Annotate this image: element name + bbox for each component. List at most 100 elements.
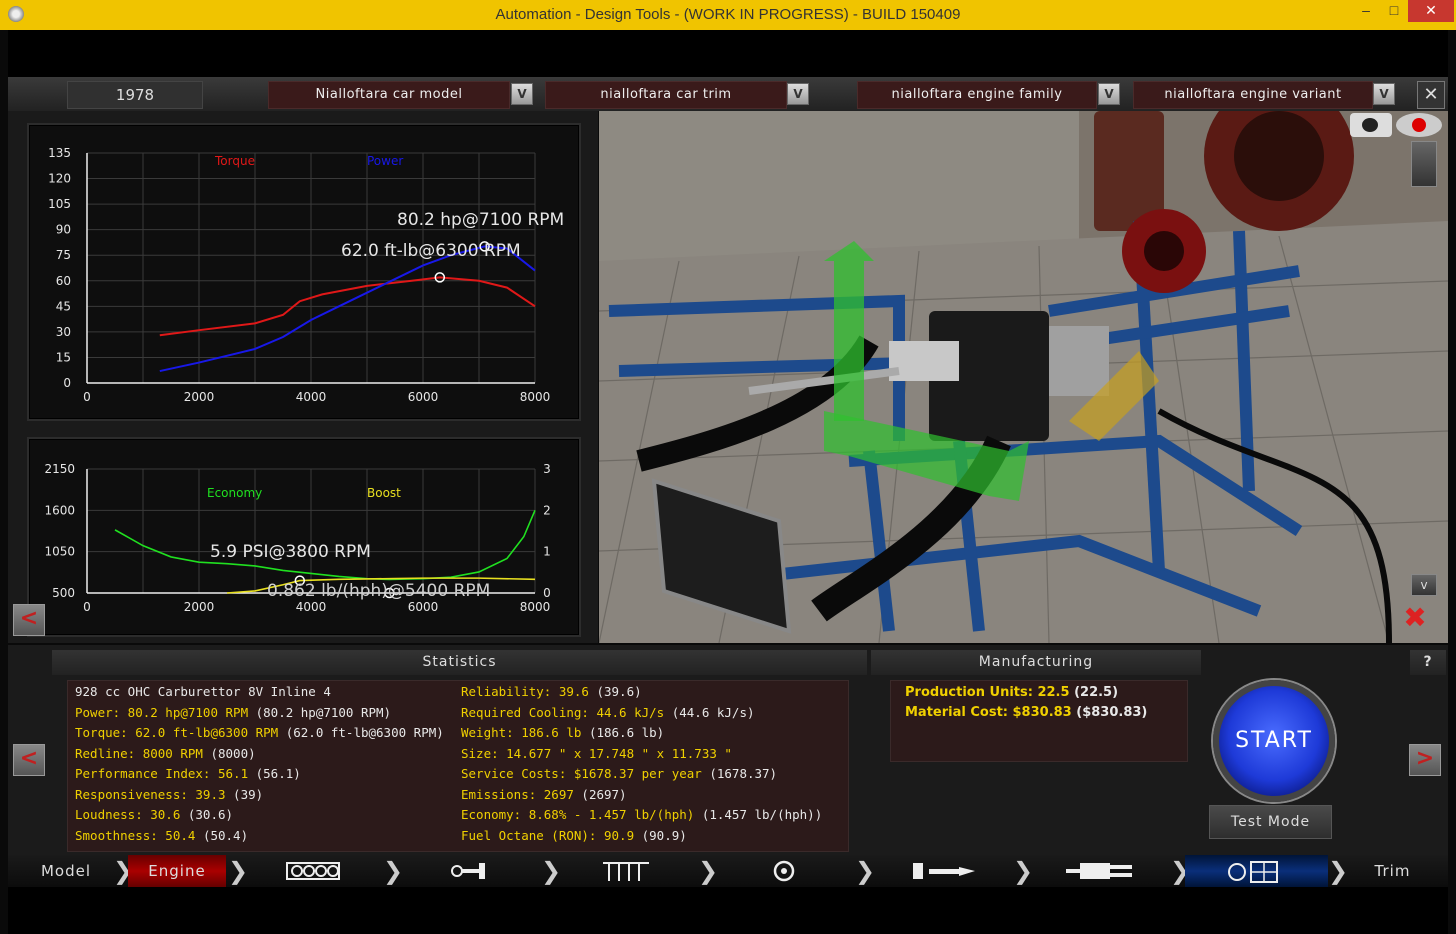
stat-row: Emissions: 2697 (2697) xyxy=(461,787,627,802)
nav-dyno-icon[interactable] xyxy=(1185,855,1328,887)
stat-value: (30.6) xyxy=(180,807,234,822)
nav-engine[interactable]: Engine xyxy=(128,855,226,887)
record-eye-icon[interactable] xyxy=(1396,113,1442,137)
stat-label: Emissions: 2697 xyxy=(461,786,574,802)
nav-chevron-icon: ❯ xyxy=(855,857,876,885)
nav-chevron-icon: ❯ xyxy=(113,857,134,885)
economy-boost-chart: 2150 1600 1050 500 3 2 1 0 0 2000 4000 6000 8000 Ec… xyxy=(44,462,551,614)
y-tick-label-right: 2 xyxy=(543,503,551,517)
engine-variant-dropdown-button[interactable]: V xyxy=(1373,83,1395,105)
next-section-button[interactable]: > xyxy=(1409,744,1441,776)
boost-peak-annotation: 5.9 PSI@3800 RPM xyxy=(210,542,371,562)
stat-value: (1678.37) xyxy=(701,766,778,781)
start-test-button[interactable]: START xyxy=(1213,680,1335,802)
help-button[interactable]: ? xyxy=(1410,650,1446,675)
y-tick-label: 105 xyxy=(48,197,71,211)
y-tick-label: 90 xyxy=(56,223,71,237)
nav-chevron-icon: ❯ xyxy=(1328,857,1349,885)
power-torque-chart-panel: 135 120 105 90 75 60 45 30 15 0 0 2000 4000 6000 8000… xyxy=(27,123,581,421)
manufacturing-box: Production Units: 22.5 (22.5) Material C… xyxy=(890,680,1188,762)
boost-legend: Boost xyxy=(367,486,401,500)
window-titlebar: Automation - Design Tools - (WORK IN PRO… xyxy=(0,0,1456,30)
torque-legend: Torque xyxy=(214,154,255,168)
y-tick-label-left: 2150 xyxy=(44,462,75,476)
minimize-button[interactable]: – xyxy=(1352,0,1380,22)
economy-boost-chart-panel: 2150 1600 1050 500 3 2 1 0 0 2000 4000 6000 8000 Ec… xyxy=(27,437,581,637)
statistics-box: 928 cc OHC Carburettor 8V Inline 4 Power:… xyxy=(67,680,849,852)
nav-block-icon[interactable] xyxy=(285,855,341,887)
stat-label: Economy: 8.68% - 1.457 lb/(hph) xyxy=(461,807,695,822)
stat-row: Service Costs: $1678.37 per year (1678.3… xyxy=(461,766,777,781)
engine-family-select[interactable]: nialloftara engine family xyxy=(857,81,1097,109)
car-model-dropdown-button[interactable]: V xyxy=(511,83,533,105)
year-display: 1978 xyxy=(67,81,203,109)
y-tick-label: 60 xyxy=(56,274,71,288)
charts-prev-button[interactable]: < xyxy=(13,604,45,636)
engine-variant-select[interactable]: nialloftara engine variant xyxy=(1133,81,1373,109)
y-tick-label-left: 500 xyxy=(52,586,75,600)
car-trim-select[interactable]: nialloftara car trim xyxy=(545,81,787,109)
stat-value: (1.457 lb/(hph)) xyxy=(694,807,823,822)
power-torque-chart: 135 120 105 90 75 60 45 30 15 0 0 2000 4000 6000 8000… xyxy=(48,146,564,404)
reset-view-icon[interactable]: ✖ xyxy=(1395,601,1435,635)
stat-value: (80.2 hp@7100 RPM) xyxy=(248,704,392,720)
nav-model[interactable]: Model xyxy=(20,855,112,887)
stat-row: Power: 80.2 hp@7100 RPM (80.2 hp@7100 RP… xyxy=(75,705,391,720)
car-model-select[interactable]: Nialloftara car model xyxy=(268,81,510,109)
stat-row: Size: 14.677 " x 17.748 " x 11.733 " xyxy=(461,746,732,761)
maximize-button[interactable]: □ xyxy=(1380,0,1408,22)
stat-label: Performance Index: 56.1 xyxy=(75,766,249,781)
x-tick-label: 2000 xyxy=(184,390,215,404)
x-tick-label: 8000 xyxy=(520,390,551,404)
nav-valvetrain-icon[interactable] xyxy=(601,855,651,887)
nav-crank-icon[interactable] xyxy=(449,855,489,887)
stat-value: (44.6 kJ/s) xyxy=(664,704,755,720)
x-tick-label: 6000 xyxy=(408,600,439,614)
stat-row: Fuel Octane (RON): 90.9 (90.9) xyxy=(461,828,687,843)
nav-exhaust-icon[interactable] xyxy=(1064,855,1134,887)
stat-row: Economy: 8.68% - 1.457 lb/(hph) (1.457 l… xyxy=(461,807,822,822)
stat-label: Responsiveness: 39.3 xyxy=(75,786,226,802)
nav-chevron-icon: ❯ xyxy=(383,857,404,885)
nav-trim[interactable]: Trim xyxy=(1350,855,1435,887)
nav-chevron-icon: ❯ xyxy=(541,857,562,885)
zoom-down-scroll-button[interactable]: v xyxy=(1411,574,1437,596)
torque-peak-annotation: 62.0 ft-lb@6300 RPM xyxy=(341,241,521,261)
nav-chevron-icon: ❯ xyxy=(228,857,249,885)
stat-row: Redline: 8000 RPM (8000) xyxy=(75,746,256,761)
x-tick-label: 0 xyxy=(83,600,91,614)
close-designer-button[interactable]: ✕ xyxy=(1417,81,1445,109)
zoom-up-scroll-button[interactable] xyxy=(1411,141,1437,187)
y-tick-label-right: 3 xyxy=(543,462,551,476)
stat-value: (39.6) xyxy=(588,684,642,699)
material-cost-value: ($830.83) xyxy=(1076,705,1148,720)
nav-fuel-icon[interactable] xyxy=(909,855,979,887)
stat-row: Performance Index: 56.1 (56.1) xyxy=(75,766,301,781)
stat-label: Power: 80.2 hp@7100 RPM xyxy=(75,704,249,720)
stat-value: (50.4) xyxy=(195,827,249,843)
stat-row: Loudness: 30.6 (30.6) xyxy=(75,807,233,822)
stat-label: Torque: 62.0 ft-lb@6300 RPM xyxy=(75,725,279,740)
stat-row: Responsiveness: 39.3 (39) xyxy=(75,787,263,802)
nav-turbo-icon[interactable] xyxy=(768,855,800,887)
x-tick-label: 2000 xyxy=(184,600,215,614)
stat-value: (90.9) xyxy=(634,827,687,843)
stat-row: Weight: 186.6 lb (186.6 lb) xyxy=(461,725,664,740)
y-tick-label: 30 xyxy=(56,325,71,339)
nav-chevron-icon: ❯ xyxy=(698,857,719,885)
camera-icon[interactable] xyxy=(1350,113,1392,137)
production-units-row: Production Units: 22.5 (22.5) xyxy=(905,685,1118,700)
prev-section-button[interactable]: < xyxy=(13,744,45,776)
close-window-button[interactable]: ✕ xyxy=(1408,0,1454,22)
x-tick-label: 4000 xyxy=(296,390,327,404)
y-tick-label-left: 1600 xyxy=(44,503,75,517)
economy-legend: Economy xyxy=(207,486,262,500)
test-mode-button[interactable]: Test Mode xyxy=(1209,805,1332,839)
engine-3d-viewport[interactable]: v ✖ xyxy=(599,111,1448,643)
x-tick-label: 0 xyxy=(83,390,91,404)
car-trim-dropdown-button[interactable]: V xyxy=(787,83,809,105)
nav-chevron-icon: ❯ xyxy=(1170,857,1191,885)
power-peak-annotation: 80.2 hp@7100 RPM xyxy=(397,210,564,230)
top-letterbox xyxy=(8,30,1448,77)
engine-family-dropdown-button[interactable]: V xyxy=(1098,83,1120,105)
